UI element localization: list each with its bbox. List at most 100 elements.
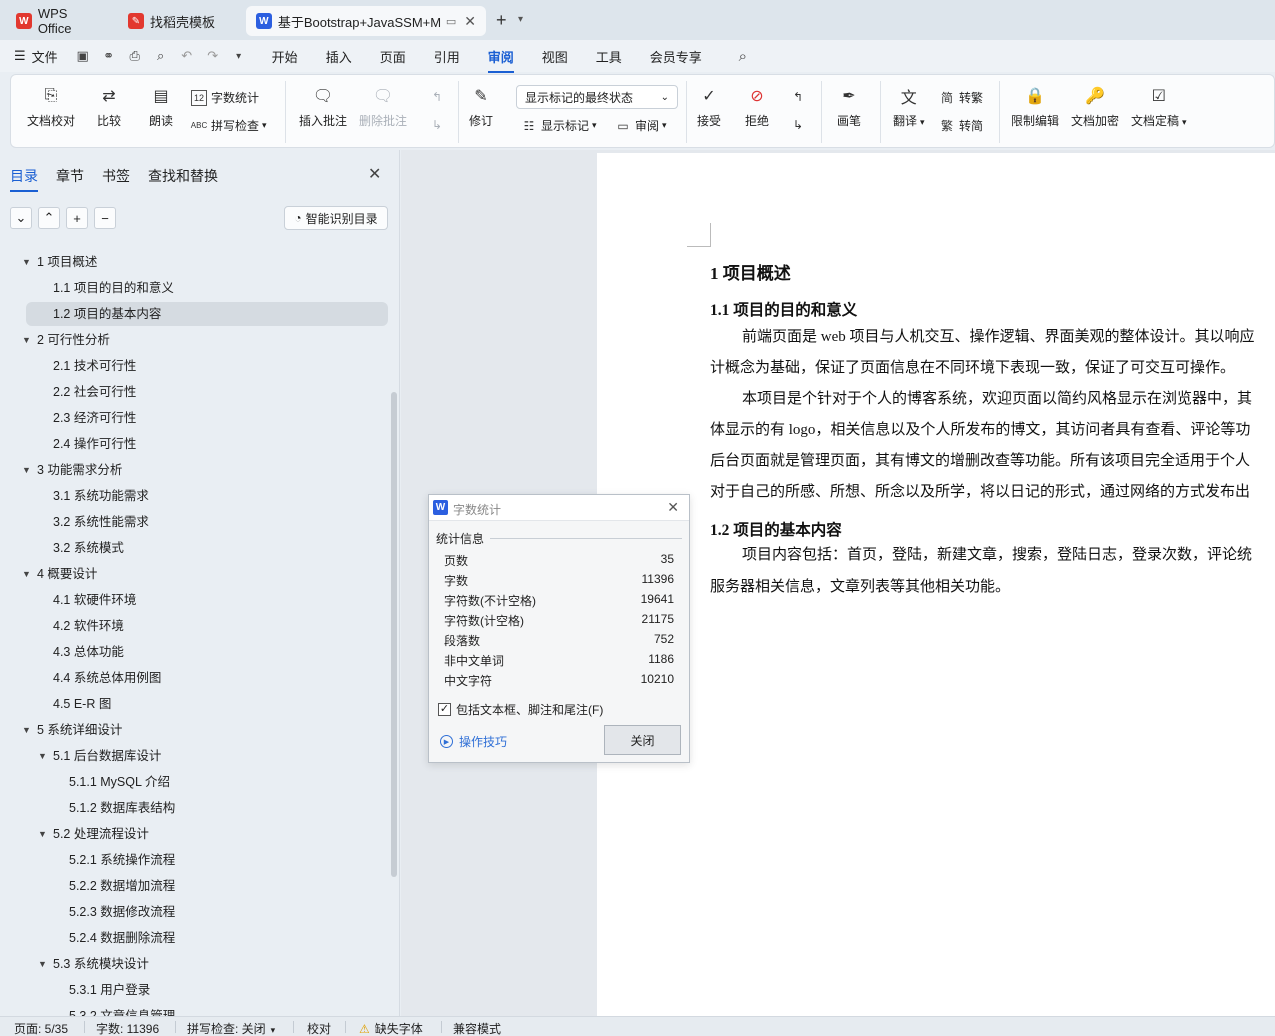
- expand-triangle-icon[interactable]: ▼: [22, 718, 31, 742]
- missing-font-status[interactable]: ⚠ 缺失字体: [359, 1020, 423, 1036]
- toc-item[interactable]: 3.2 系统模式: [0, 536, 390, 560]
- remove-heading-icon[interactable]: −: [94, 207, 116, 229]
- toc-item[interactable]: 1.2 项目的基本内容: [26, 302, 388, 326]
- tab-wps-office[interactable]: W WPS Office: [6, 6, 114, 36]
- toc-item[interactable]: 5.2.1 系统操作流程: [0, 848, 390, 872]
- toc-item[interactable]: 2.3 经济可行性: [0, 406, 390, 430]
- expand-triangle-icon[interactable]: ▼: [38, 952, 47, 976]
- toc-item[interactable]: 5.2.2 数据增加流程: [0, 874, 390, 898]
- redo-icon[interactable]: ↷: [200, 46, 226, 66]
- toc-item[interactable]: ▼ 1 项目概述: [0, 250, 390, 274]
- tab-chapters[interactable]: 章节: [56, 166, 84, 186]
- sidebar-scrollbar[interactable]: [391, 392, 397, 877]
- save-icon[interactable]: ▣: [70, 46, 96, 66]
- read-aloud-button[interactable]: ▤ 朗读: [149, 85, 173, 129]
- tab-document[interactable]: W 基于Bootstrap+JavaSSM+M ▭ ✕: [246, 6, 486, 36]
- delete-comment-button[interactable]: 🗨 删除批注: [359, 85, 407, 129]
- dialog-titlebar[interactable]: W 字数统计 ✕: [429, 495, 689, 521]
- word-count-indicator[interactable]: 字数: 11396: [96, 1020, 159, 1036]
- expand-triangle-icon[interactable]: ▼: [22, 562, 31, 586]
- quick-access-more-icon[interactable]: ▾: [226, 46, 252, 66]
- previous-comment-button[interactable]: ↰: [429, 89, 449, 105]
- print-preview-icon[interactable]: ⌕: [148, 46, 174, 66]
- toc-item[interactable]: 1.1 项目的目的和意义: [0, 276, 390, 300]
- menu-member[interactable]: 会员专享: [650, 47, 702, 66]
- translate-button[interactable]: 文 翻译 ▾: [893, 85, 925, 129]
- document-page[interactable]: 1 项目概述 1.1 项目的目的和意义 前端页面是 web 项目与人机交互、操作…: [597, 153, 1275, 1016]
- close-pane-icon[interactable]: ✕: [368, 164, 381, 184]
- menu-tools[interactable]: 工具: [596, 47, 622, 66]
- file-menu[interactable]: ☰ 文件: [14, 47, 58, 66]
- accept-button[interactable]: ✓ 接受: [697, 85, 721, 129]
- tab-docer[interactable]: ✎ 找稻壳模板: [118, 6, 238, 36]
- compare-button[interactable]: ⇄ 比较: [97, 85, 121, 129]
- to-traditional-button[interactable]: 简 转繁: [939, 89, 983, 106]
- smart-toc-button[interactable]: ◔ 智能识别目录: [284, 206, 388, 230]
- toc-item[interactable]: 4.1 软硬件环境: [0, 588, 390, 612]
- proofread-status[interactable]: 校对: [307, 1020, 331, 1036]
- toc-item[interactable]: ▼ 5.3 系统模块设计: [0, 952, 390, 976]
- toc-item[interactable]: ▼ 5.1 后台数据库设计: [0, 744, 390, 768]
- toc-item[interactable]: 4.3 总体功能: [0, 640, 390, 664]
- toc-item[interactable]: 3.2 系统性能需求: [0, 510, 390, 534]
- toc-item[interactable]: 3.1 系统功能需求: [0, 484, 390, 508]
- pen-button[interactable]: ✒ 画笔: [837, 85, 861, 129]
- expand-triangle-icon[interactable]: ▼: [22, 458, 31, 482]
- add-heading-icon[interactable]: +: [66, 207, 88, 229]
- dialog-close-button[interactable]: 关闭: [604, 725, 681, 755]
- monitor-icon[interactable]: ▭: [446, 15, 456, 28]
- menu-references[interactable]: 引用: [434, 47, 460, 66]
- reject-button[interactable]: ⊘ 拒绝: [745, 85, 769, 129]
- toc-item[interactable]: 2.1 技术可行性: [0, 354, 390, 378]
- toc-item[interactable]: 4.2 软件环境: [0, 614, 390, 638]
- menu-home[interactable]: 开始: [272, 47, 298, 66]
- share-icon[interactable]: ⚭: [96, 46, 122, 66]
- menu-insert[interactable]: 插入: [326, 47, 352, 66]
- doc-finalize-button[interactable]: ☑ 文档定稿 ▾: [1131, 85, 1187, 129]
- toc-item[interactable]: 4.4 系统总体用例图: [0, 666, 390, 690]
- insert-comment-button[interactable]: 🗨 插入批注: [299, 85, 347, 129]
- word-count-button[interactable]: 12 字数统计: [191, 89, 259, 106]
- toc-item[interactable]: 4.5 E-R 图: [0, 692, 390, 716]
- toc-item[interactable]: 2.2 社会可行性: [0, 380, 390, 404]
- toc-item[interactable]: 5.1.2 数据库表结构: [0, 796, 390, 820]
- review-pane-button[interactable]: ▭ 审阅 ▾: [615, 117, 666, 134]
- toc-item[interactable]: ▼ 3 功能需求分析: [0, 458, 390, 482]
- markup-state-select[interactable]: 显示标记的最终状态 ⌄: [516, 85, 678, 109]
- expand-triangle-icon[interactable]: ▼: [38, 822, 47, 846]
- next-revision-button[interactable]: ↳: [790, 117, 810, 133]
- tab-toc[interactable]: 目录: [10, 166, 38, 192]
- undo-icon[interactable]: ↶: [174, 46, 200, 66]
- toc-item[interactable]: 5.1.1 MySQL 介绍: [0, 770, 390, 794]
- toc-item[interactable]: 5.2.4 数据删除流程: [0, 926, 390, 950]
- menu-review[interactable]: 审阅: [487, 47, 514, 73]
- restrict-edit-button[interactable]: 🔒 限制编辑: [1011, 85, 1059, 129]
- revision-button[interactable]: ✎ 修订: [469, 85, 493, 129]
- expand-triangle-icon[interactable]: ▼: [22, 328, 31, 352]
- close-tab-icon[interactable]: ✕: [464, 13, 476, 30]
- page-indicator[interactable]: 页面: 5/35: [14, 1020, 68, 1036]
- toc-item[interactable]: ▼ 4 概要设计: [0, 562, 390, 586]
- previous-revision-button[interactable]: ↰: [790, 89, 810, 105]
- show-markup-button[interactable]: ☷ 显示标记 ▾: [521, 117, 597, 134]
- toc-item[interactable]: 2.4 操作可行性: [0, 432, 390, 456]
- doc-encrypt-button[interactable]: 🔑 文档加密: [1071, 85, 1119, 129]
- tips-link[interactable]: ▶ 操作技巧: [440, 733, 507, 750]
- doc-proofread-button[interactable]: ⎘ 文档校对: [27, 85, 75, 129]
- spell-check-indicator[interactable]: 拼写检查: 关闭 ▾: [187, 1020, 275, 1036]
- toc-item[interactable]: ▼ 5 系统详细设计: [0, 718, 390, 742]
- next-comment-button[interactable]: ↳: [429, 117, 449, 133]
- toc-item[interactable]: ▼ 2 可行性分析: [0, 328, 390, 352]
- toc-item[interactable]: 5.2.3 数据修改流程: [0, 900, 390, 924]
- search-icon[interactable]: ⌕: [730, 46, 756, 66]
- tab-bookmarks[interactable]: 书签: [102, 166, 130, 186]
- spell-check-button[interactable]: ABC 拼写检查 ▾: [191, 117, 267, 134]
- expand-triangle-icon[interactable]: ▼: [22, 250, 31, 274]
- include-textbox-checkbox[interactable]: ✓ 包括文本框、脚注和尾注(F): [438, 701, 603, 718]
- toc-item[interactable]: 5.3.1 用户登录: [0, 978, 390, 1002]
- print-icon[interactable]: ⎙: [122, 46, 148, 66]
- expand-all-icon[interactable]: ⌄: [10, 207, 32, 229]
- menu-view[interactable]: 视图: [542, 47, 568, 66]
- collapse-all-icon[interactable]: ⌃: [38, 207, 60, 229]
- chevron-down-icon[interactable]: ▾: [518, 14, 523, 25]
